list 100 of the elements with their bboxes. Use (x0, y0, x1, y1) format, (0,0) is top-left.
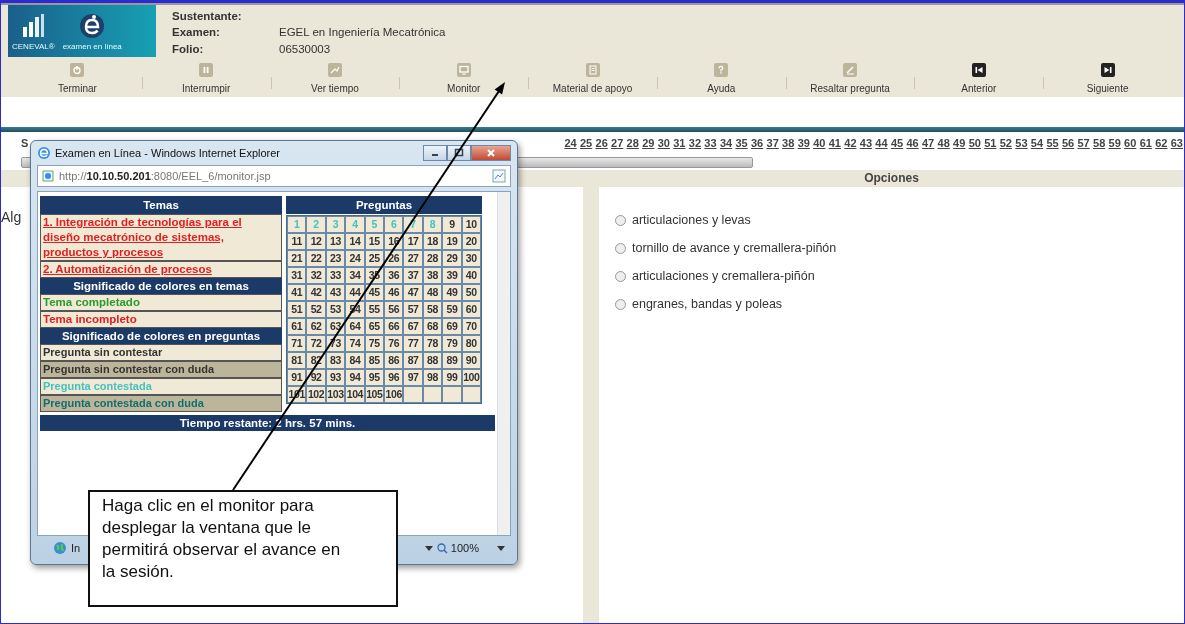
question-link[interactable]: 25 (579, 137, 593, 149)
question-link[interactable]: 27 (611, 137, 624, 149)
question-link[interactable]: 50 (968, 137, 981, 149)
question-cell[interactable]: 64 (345, 318, 365, 335)
question-link[interactable]: 26 (595, 137, 608, 149)
question-cell[interactable]: 87 (403, 352, 423, 369)
minimize-button[interactable] (423, 145, 447, 161)
question-cell[interactable]: 39 (442, 267, 462, 284)
question-cell[interactable]: 104 (345, 386, 365, 403)
question-link[interactable]: 61 (1139, 137, 1152, 149)
question-cell[interactable]: 59 (442, 301, 462, 318)
radio-button[interactable] (615, 270, 626, 282)
question-link[interactable]: 58 (1093, 137, 1106, 149)
question-cell[interactable]: 97 (403, 369, 423, 386)
question-cell[interactable]: 52 (306, 301, 326, 318)
toolbar-button[interactable]: Ver tiempo (270, 57, 400, 97)
radio-button[interactable] (615, 242, 626, 254)
toolbar-button[interactable]: Resaltar pregunta (785, 57, 915, 97)
question-link[interactable]: 47 (922, 137, 935, 149)
question-link[interactable]: 24 (564, 137, 577, 149)
question-cell[interactable]: 102 (306, 386, 326, 403)
question-cell[interactable]: 62 (306, 318, 326, 335)
question-link[interactable]: 34 (719, 137, 733, 149)
question-cell[interactable]: 14 (345, 233, 365, 250)
question-cell[interactable]: 61 (287, 318, 307, 335)
toolbar-button[interactable]: Siguiente (1043, 57, 1173, 97)
question-cell[interactable]: 12 (306, 233, 326, 250)
toolbar-button[interactable]: Terminar (13, 57, 142, 97)
option-label[interactable]: articulaciones y levas (615, 213, 1184, 227)
question-cell[interactable]: 69 (442, 318, 462, 335)
question-link[interactable]: 51 (984, 137, 997, 149)
topic-link[interactable]: 1. Integración de tecnologías para el diseño mecatrónico de sistemas, productos y procesos (40, 214, 282, 261)
question-cell[interactable]: 81 (287, 352, 307, 369)
question-link[interactable]: 57 (1077, 137, 1090, 149)
question-cell[interactable]: 24 (345, 250, 365, 267)
question-link[interactable]: 28 (626, 137, 639, 149)
caret-icon[interactable] (497, 545, 505, 551)
question-cell[interactable]: 94 (345, 369, 365, 386)
question-link[interactable]: 63 (1170, 137, 1183, 149)
question-cell[interactable]: 42 (306, 284, 326, 301)
address-field[interactable]: http://10.10.50.201:8080/EEL_6/monitor.jsp (37, 165, 511, 187)
question-cell[interactable]: 72 (306, 335, 326, 352)
question-cell[interactable]: 41 (287, 284, 307, 301)
question-cell[interactable]: 77 (403, 335, 423, 352)
question-cell[interactable]: 47 (403, 284, 423, 301)
vertical-scrollbar[interactable] (497, 192, 510, 535)
question-link[interactable]: 45 (890, 137, 904, 149)
caret-icon[interactable] (424, 545, 433, 551)
question-cell[interactable]: 67 (403, 318, 423, 335)
option-label[interactable]: articulaciones y cremallera-piñón (615, 269, 1184, 283)
question-link[interactable]: 56 (1061, 137, 1075, 149)
question-link[interactable]: 41 (828, 137, 841, 149)
option-label[interactable]: engranes, bandas y poleas (615, 297, 1184, 311)
question-link[interactable]: 46 (906, 137, 919, 149)
zoom-control[interactable]: 100% (436, 542, 479, 554)
question-cell[interactable]: 34 (345, 267, 365, 284)
question-cell[interactable]: 32 (306, 267, 326, 284)
question-link[interactable]: 49 (953, 137, 966, 149)
question-cell[interactable]: 44 (345, 284, 365, 301)
question-cell[interactable]: 84 (345, 352, 365, 369)
close-button[interactable] (471, 145, 511, 161)
option-label[interactable]: tornillo de avance y cremallera-piñón (615, 241, 1184, 255)
question-link[interactable]: 54 (1030, 137, 1044, 149)
radio-button[interactable] (615, 214, 626, 226)
question-link[interactable]: 38 (782, 137, 795, 149)
question-link[interactable]: 55 (1046, 137, 1059, 149)
question-link[interactable]: 37 (766, 137, 779, 149)
question-cell[interactable]: 11 (287, 233, 307, 250)
question-link[interactable]: 53 (1015, 137, 1028, 149)
question-cell[interactable]: 91 (287, 369, 307, 386)
question-cell[interactable]: 9 (442, 216, 462, 233)
question-cell[interactable]: 51 (287, 301, 307, 318)
topic-link[interactable]: 2. Automatización de procesos (40, 261, 282, 278)
question-link[interactable]: 44 (875, 137, 888, 149)
question-cell[interactable]: 17 (403, 233, 423, 250)
compatibility-icon[interactable] (492, 169, 506, 183)
toolbar-button[interactable]: Anterior (914, 57, 1044, 97)
question-cell[interactable]: 89 (442, 352, 462, 369)
question-link[interactable]: 39 (797, 137, 810, 149)
question-cell[interactable]: 22 (306, 250, 326, 267)
question-cell[interactable]: 49 (442, 284, 462, 301)
question-link[interactable]: 33 (704, 137, 717, 149)
question-cell[interactable]: 79 (442, 335, 462, 352)
question-link[interactable]: 62 (1155, 137, 1168, 149)
radio-button[interactable] (615, 298, 626, 310)
question-cell[interactable]: 29 (442, 250, 462, 267)
question-cell[interactable]: 27 (403, 250, 423, 267)
question-link[interactable]: 29 (642, 137, 655, 149)
question-cell[interactable]: 31 (287, 267, 307, 284)
toolbar-button[interactable]: Interrumpir (141, 57, 271, 97)
toolbar-button[interactable]: Material de apoyo (528, 57, 657, 97)
question-link[interactable]: 42 (844, 137, 857, 149)
question-link[interactable]: 43 (859, 137, 873, 149)
question-link[interactable]: 52 (999, 137, 1012, 149)
question-link[interactable]: 59 (1108, 137, 1121, 149)
question-link[interactable]: 31 (673, 137, 686, 149)
question-cell[interactable]: 74 (345, 335, 365, 352)
question-cell[interactable]: 21 (287, 250, 307, 267)
question-cell[interactable]: 99 (442, 369, 462, 386)
question-cell[interactable]: 37 (403, 267, 423, 284)
